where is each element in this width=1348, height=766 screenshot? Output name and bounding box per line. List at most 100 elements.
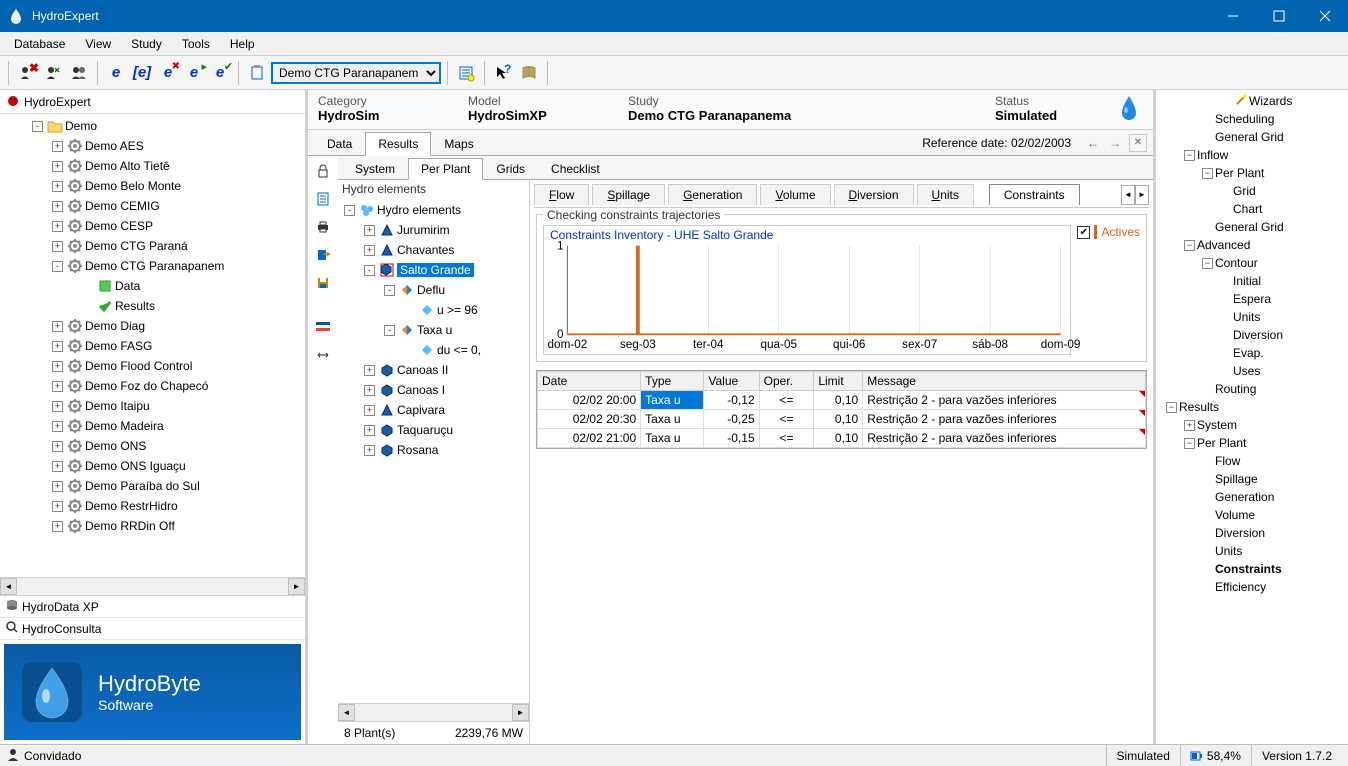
tree-item[interactable]: -Demo CTG Paranapanem	[2, 256, 303, 276]
expand-toggle-icon[interactable]: +	[364, 445, 375, 456]
nav-forward-icon[interactable]: →	[1105, 133, 1125, 153]
expand-toggle-icon[interactable]: −	[1184, 240, 1195, 251]
expand-toggle-icon[interactable]: −	[1184, 438, 1195, 449]
expand-toggle-icon[interactable]: +	[364, 225, 375, 236]
expand-toggle-icon[interactable]: +	[52, 361, 63, 372]
plant-tree-hscroll[interactable]: ◄ ►	[338, 703, 529, 721]
tree-item[interactable]: +Demo RestrHidro	[2, 496, 303, 516]
subtab-system[interactable]: System	[342, 158, 408, 180]
users-icon[interactable]	[67, 61, 91, 85]
constraints-chart[interactable]: 01dom-02seg-03ter-04qua-05qui-06sex-07sá…	[543, 225, 1071, 355]
save-icon[interactable]	[312, 272, 334, 294]
expand-toggle-icon[interactable]: +	[52, 341, 63, 352]
tree-item[interactable]: +Demo RRDin Off	[2, 516, 303, 536]
book-icon[interactable]	[517, 61, 541, 85]
project-tree[interactable]: -Demo+Demo AES+Demo Alto Tietê+Demo Belo…	[0, 114, 305, 577]
nav-tree-item[interactable]: Wizards	[1158, 92, 1346, 110]
table-row[interactable]: 02/02 20:30Taxa u-0,25<=0,10Restrição 2 …	[538, 410, 1146, 429]
cattab-spillage[interactable]: Spillage	[592, 184, 665, 205]
tree-item[interactable]: +Demo Foz do Chapecó	[2, 376, 303, 396]
tree-item[interactable]: +Demo Alto Tietê	[2, 156, 303, 176]
maximize-button[interactable]	[1256, 0, 1302, 32]
expand-toggle-icon[interactable]: +	[52, 241, 63, 252]
plant-tree-item[interactable]: -Deflu	[340, 280, 527, 300]
plant-tree-item[interactable]: +Canoas I	[340, 380, 527, 400]
expand-toggle-icon[interactable]: +	[52, 181, 63, 192]
user-add-icon[interactable]: ✖	[15, 61, 39, 85]
nav-tree-item[interactable]: Initial	[1158, 272, 1346, 290]
tab-scroll-left-icon[interactable]: ◄	[1121, 185, 1135, 205]
actives-checkbox[interactable]: ✔	[1077, 226, 1090, 239]
expand-toggle-icon[interactable]: +	[364, 385, 375, 396]
tree-item[interactable]: -Demo	[2, 116, 303, 136]
nav-tree-item[interactable]: Diversion	[1158, 326, 1346, 344]
flag-icon[interactable]	[312, 316, 334, 338]
expand-toggle-icon[interactable]: +	[364, 245, 375, 256]
nav-tree-item[interactable]: Uses	[1158, 362, 1346, 380]
expand-toggle-icon[interactable]: -	[384, 285, 395, 296]
tab-scroll-right-icon[interactable]: ►	[1135, 185, 1149, 205]
expand-toggle-icon[interactable]: +	[52, 321, 63, 332]
expand-toggle-icon[interactable]: +	[52, 201, 63, 212]
nav-tree-item[interactable]: −Results	[1158, 398, 1346, 416]
nav-tree-item[interactable]: Diversion	[1158, 524, 1346, 542]
table-header[interactable]: Type	[641, 372, 704, 391]
tree-hscrollbar[interactable]: ◄ ►	[0, 577, 305, 595]
tab-data[interactable]: Data	[314, 132, 365, 156]
expand-toggle-icon[interactable]: +	[52, 421, 63, 432]
e-doc-icon[interactable]: [e]	[130, 61, 154, 85]
menu-view[interactable]: View	[75, 34, 121, 54]
tab-hydroconsulta[interactable]: HydroConsulta	[0, 618, 305, 640]
expand-toggle-icon[interactable]: −	[1202, 258, 1213, 269]
cattab-generation[interactable]: Generation	[668, 184, 757, 205]
nav-back-icon[interactable]: ←	[1083, 133, 1103, 153]
expand-toggle-icon[interactable]: +	[52, 141, 63, 152]
nav-tree-item[interactable]: +System	[1158, 416, 1346, 434]
help-pointer-icon[interactable]: ?	[491, 61, 515, 85]
doc-icon[interactable]	[312, 188, 334, 210]
nav-tree-item[interactable]: −Per Plant	[1158, 434, 1346, 452]
nav-tree-item[interactable]: Generation	[1158, 488, 1346, 506]
plant-tree-item[interactable]: +Canoas II	[340, 360, 527, 380]
constraints-table[interactable]: DateTypeValueOper.LimitMessage02/02 20:0…	[536, 370, 1147, 449]
e-next-icon[interactable]: e▸	[182, 61, 206, 85]
nav-tree-item[interactable]: Espera	[1158, 290, 1346, 308]
expand-toggle-icon[interactable]: +	[52, 461, 63, 472]
nav-tree-item[interactable]: Evap.	[1158, 344, 1346, 362]
tree-item[interactable]: +Demo CEMIG	[2, 196, 303, 216]
menu-tools[interactable]: Tools	[172, 34, 220, 54]
table-row[interactable]: 02/02 21:00Taxa u-0,15<=0,10Restrição 2 …	[538, 429, 1146, 448]
cattab-diversion[interactable]: Diversion	[834, 184, 914, 205]
menu-study[interactable]: Study	[121, 34, 172, 54]
expand-toggle-icon[interactable]: +	[52, 381, 63, 392]
expand-toggle-icon[interactable]: +	[52, 221, 63, 232]
nav-tree-item[interactable]: −Per Plant	[1158, 164, 1346, 182]
e-icon[interactable]: e	[104, 61, 128, 85]
expand-toggle-icon[interactable]: +	[52, 481, 63, 492]
expand-toggle-icon[interactable]: +	[52, 161, 63, 172]
scroll-left-icon[interactable]: ◄	[338, 704, 355, 721]
table-header[interactable]: Date	[538, 372, 641, 391]
expand-toggle-icon[interactable]: -	[52, 261, 63, 272]
expand-toggle-icon[interactable]: -	[364, 265, 375, 276]
close-button[interactable]	[1302, 0, 1348, 32]
expand-toggle-icon[interactable]: +	[364, 425, 375, 436]
nav-tree-item[interactable]: Spillage	[1158, 470, 1346, 488]
tab-maps[interactable]: Maps	[431, 132, 486, 156]
expand-toggle-icon[interactable]: +	[52, 501, 63, 512]
nav-tree-item[interactable]: −Inflow	[1158, 146, 1346, 164]
clipboard-icon[interactable]	[245, 61, 269, 85]
scroll-right-icon[interactable]: ►	[288, 578, 305, 595]
expand-toggle-icon[interactable]: +	[364, 405, 375, 416]
print-icon[interactable]	[312, 216, 334, 238]
lock-icon[interactable]	[312, 160, 334, 182]
table-header[interactable]: Limit	[814, 372, 863, 391]
scroll-right-icon[interactable]: ►	[512, 704, 529, 721]
tree-item[interactable]: +Demo AES	[2, 136, 303, 156]
tree-item[interactable]: +Demo Belo Monte	[2, 176, 303, 196]
nav-tree-item[interactable]: Constraints	[1158, 560, 1346, 578]
subtab-perplant[interactable]: Per Plant	[408, 158, 483, 180]
tab-hydrodata[interactable]: HydroData XP	[0, 596, 305, 618]
cattab-volume[interactable]: Volume	[760, 184, 830, 205]
menu-help[interactable]: Help	[220, 34, 265, 54]
